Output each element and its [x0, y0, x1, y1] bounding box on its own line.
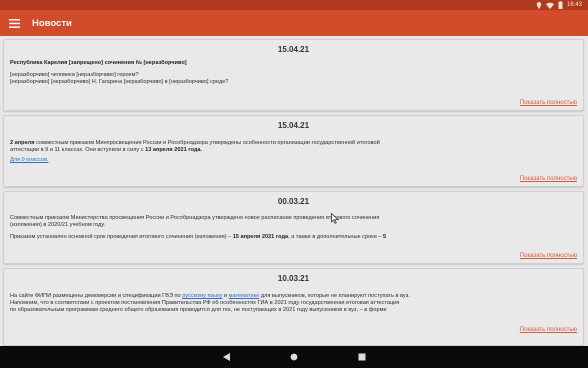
- news-body: Совместным приказом Министерства просвещ…: [4, 215, 583, 242]
- grade-9-link[interactable]: Для 9 классов.: [10, 157, 48, 163]
- news-card: 10.03.21 На сайте ФИПИ размещены демовер…: [3, 268, 584, 346]
- news-headline: Республика Карелия [запрещено] сочинения…: [10, 60, 187, 66]
- math-link[interactable]: математике: [229, 293, 260, 299]
- news-emphasis: 15 апреля 2021 года: [232, 234, 289, 241]
- status-bar: 16:43: [0, 0, 588, 10]
- news-line: Приказом установлен основной срок провед…: [10, 234, 232, 241]
- back-triangle-icon: [222, 353, 230, 361]
- news-body: На сайте ФИПИ размещены демоверсии и спе…: [4, 293, 583, 315]
- news-date: 10.03.21: [277, 274, 310, 283]
- news-line: совместным приказом Минпросвещения Росси…: [36, 140, 380, 146]
- status-icons: 16:43: [536, 0, 582, 10]
- show-more-link[interactable]: Показать полностью: [520, 253, 577, 259]
- news-body: 2 апреля совместным приказом Минпросвеще…: [4, 140, 583, 165]
- mouse-cursor-icon: [331, 213, 339, 224]
- news-card: 15.04.21 2 апреля совместным приказом Ми…: [3, 115, 584, 187]
- news-line: (изложения) в 2020/21 учебном году.: [10, 222, 106, 229]
- show-more-link[interactable]: Показать полностью: [520, 100, 577, 106]
- news-line: На сайте ФИПИ размещены демоверсии и спе…: [10, 293, 181, 299]
- app-bar: Новости: [0, 10, 588, 36]
- news-date: 15.04.21: [277, 45, 310, 54]
- news-line: Напомним, что в соответствии с проектом …: [10, 300, 400, 307]
- back-button[interactable]: [218, 349, 234, 365]
- russian-language-link[interactable]: русскому языку: [182, 293, 222, 299]
- news-list[interactable]: 15.04.21 Республика Карелия [запрещено] …: [0, 36, 588, 346]
- news-card: 00.03.21 Совместным приказом Министерств…: [3, 191, 584, 264]
- location-icon: [536, 1, 542, 9]
- news-date-prefix: 2 апреля: [10, 140, 35, 146]
- hamburger-menu-icon: [8, 18, 20, 28]
- news-date: 00.03.21: [277, 197, 310, 206]
- page-title: Новости: [32, 17, 72, 29]
- news-line: по образовательным программам среднего о…: [10, 307, 387, 314]
- news-emphasis: 5: [382, 234, 387, 241]
- show-more-link[interactable]: Показать полностью: [520, 176, 577, 182]
- show-more-link[interactable]: Показать полностью: [520, 327, 577, 333]
- news-date: 15.04.21: [277, 121, 310, 130]
- recents-square-icon: [358, 353, 366, 361]
- home-button[interactable]: [286, 349, 302, 365]
- news-line: аттестации в 9 и 11 классах. Они вступил…: [10, 147, 144, 154]
- news-line: Совместным приказом Министерства просвещ…: [10, 215, 380, 221]
- home-circle-icon: [290, 353, 298, 361]
- wifi-icon: [545, 2, 554, 9]
- recents-button[interactable]: [354, 349, 370, 365]
- news-card: 15.04.21 Республика Карелия [запрещено] …: [3, 39, 584, 111]
- news-line: [неразборчиво] человека [неразборчиво] г…: [10, 72, 139, 79]
- battery-icon: [558, 1, 563, 9]
- news-line: для выпускников, которые не планируют по…: [260, 293, 410, 299]
- status-time: 16:43: [566, 2, 582, 8]
- news-line: [неразборчиво] [неразборчиво] Н. Гагарин…: [10, 79, 229, 86]
- news-body: Республика Карелия [запрещено] сочинения…: [4, 60, 583, 87]
- menu-button[interactable]: [4, 10, 24, 36]
- news-line: , а также в дополнительные сроки –: [288, 234, 382, 241]
- navigation-bar: [0, 346, 588, 368]
- news-emphasis: 13 апреля 2021 года.: [145, 147, 203, 154]
